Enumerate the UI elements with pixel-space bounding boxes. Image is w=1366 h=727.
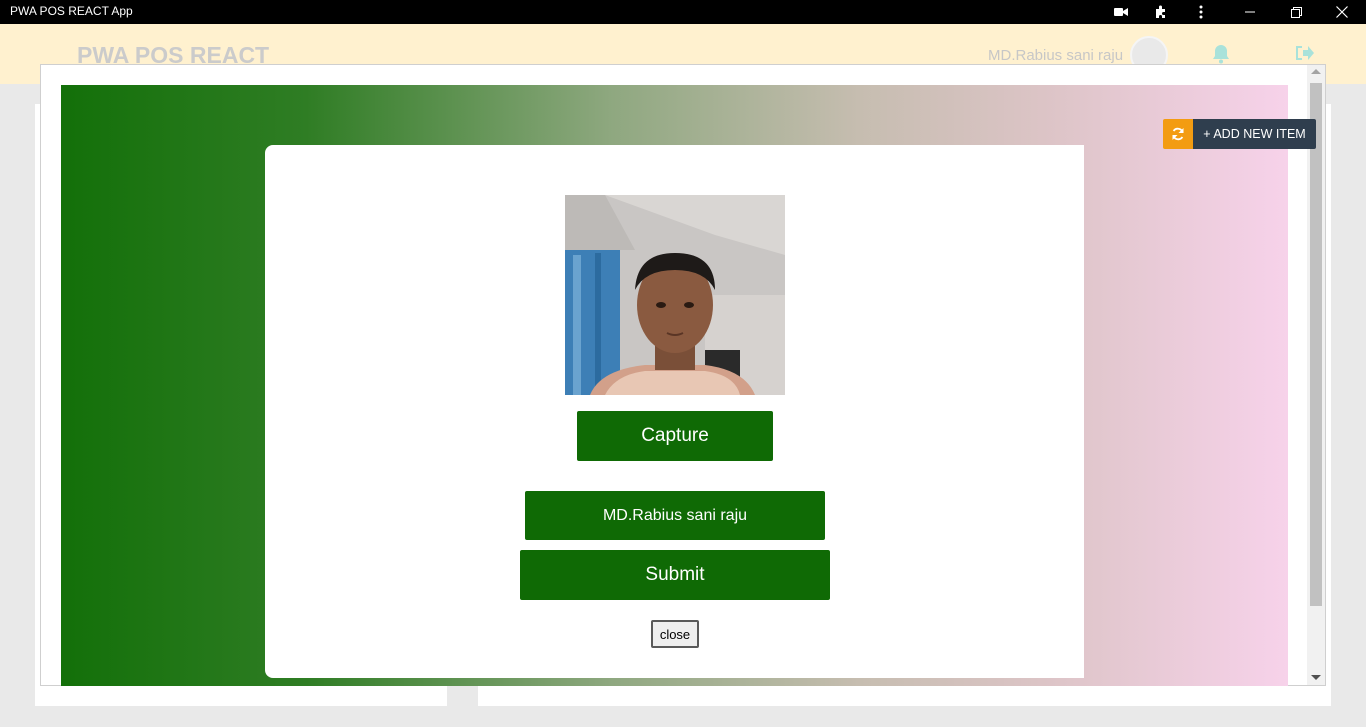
webcam-preview bbox=[565, 195, 785, 395]
modal-scrollbar[interactable] bbox=[1307, 65, 1325, 685]
name-input[interactable] bbox=[525, 491, 825, 540]
close-icon[interactable] bbox=[1322, 0, 1362, 24]
window-titlebar: PWA POS REACT App bbox=[0, 0, 1366, 24]
extension-icon[interactable] bbox=[1141, 0, 1181, 24]
logout-icon[interactable] bbox=[1294, 44, 1314, 66]
scroll-thumb[interactable] bbox=[1310, 83, 1322, 606]
minimize-icon[interactable] bbox=[1230, 0, 1270, 24]
restore-icon[interactable] bbox=[1276, 0, 1316, 24]
refresh-icon bbox=[1172, 127, 1184, 141]
capture-button[interactable]: Capture bbox=[577, 411, 773, 461]
refresh-button[interactable] bbox=[1163, 119, 1193, 149]
scroll-down-arrow-icon[interactable] bbox=[1311, 675, 1321, 680]
submit-button[interactable]: Submit bbox=[520, 550, 830, 600]
add-new-item-button[interactable]: + ADD NEW ITEM bbox=[1193, 119, 1316, 149]
more-vert-icon[interactable] bbox=[1181, 0, 1221, 24]
scroll-up-arrow-icon[interactable] bbox=[1311, 69, 1321, 74]
header-user-name[interactable]: MD.Rabius sani raju bbox=[988, 47, 1123, 64]
close-button[interactable]: close bbox=[651, 620, 699, 648]
window-title: PWA POS REACT App bbox=[10, 4, 133, 18]
camera-icon[interactable] bbox=[1101, 0, 1141, 24]
